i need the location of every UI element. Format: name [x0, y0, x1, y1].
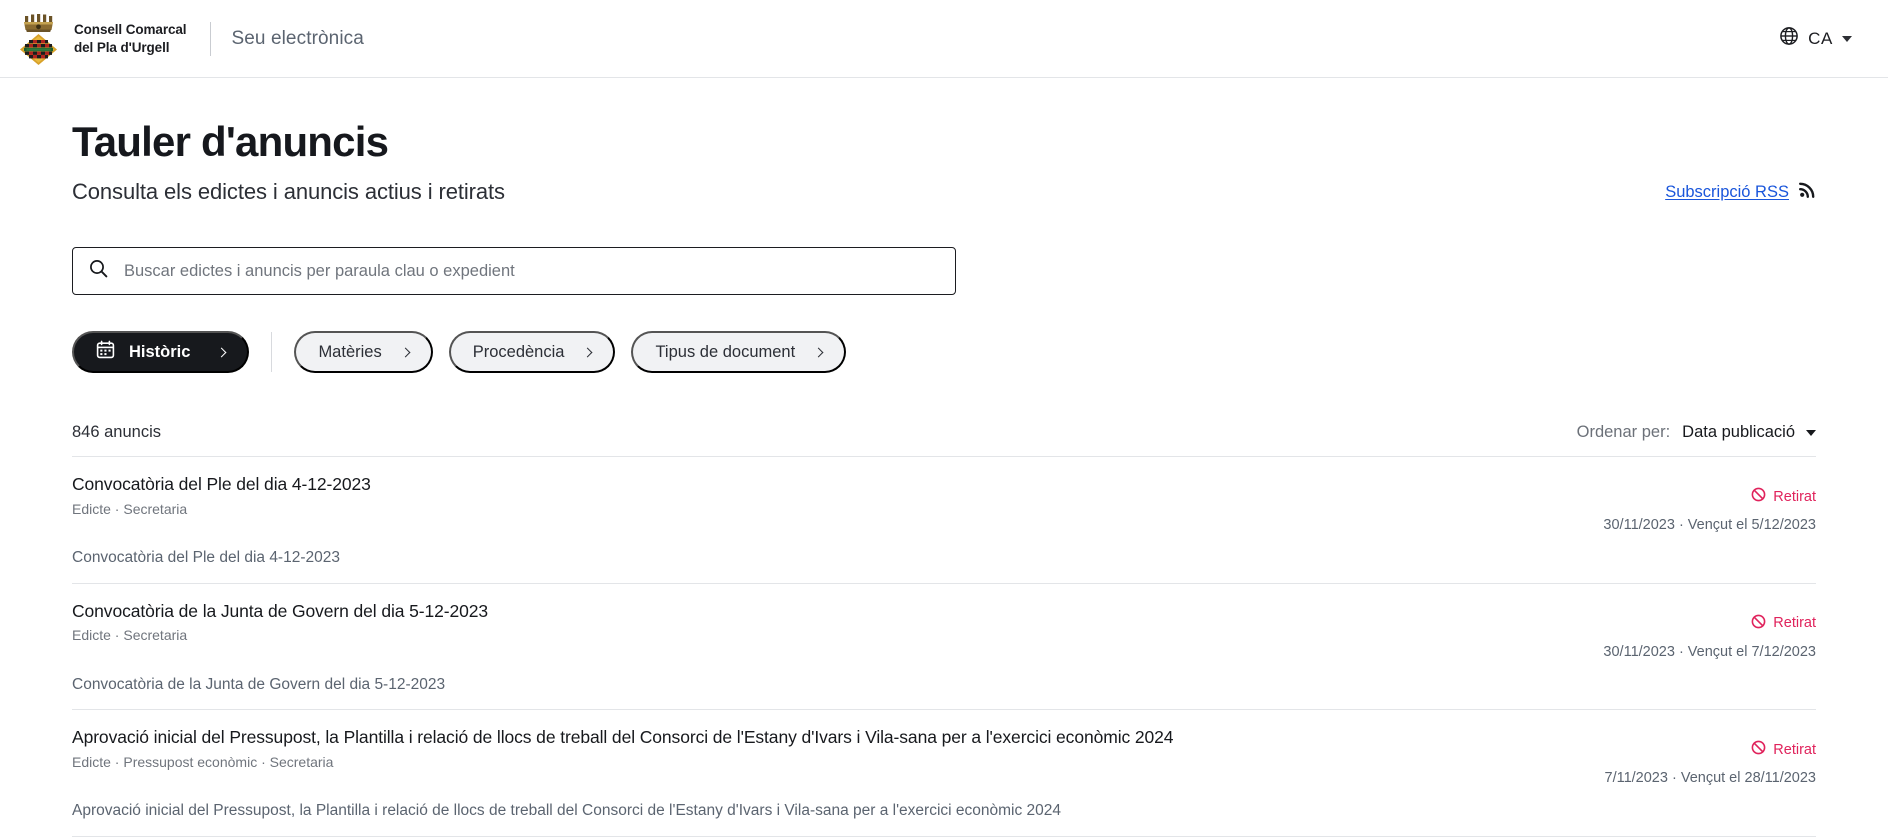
filter-historic-label: Històric	[129, 342, 191, 361]
list-item-description: Convocatòria del Ple del dia 4-12-2023	[72, 549, 340, 567]
list-item-dates: 7/11/2023 · Vençut el 28/11/2023	[1604, 770, 1817, 787]
list-item-title: Aprovació inicial del Pressupost, la Pla…	[72, 727, 1174, 748]
brand-logo[interactable]: Consell Comarcal del Pla d'Urgell	[16, 11, 187, 67]
filter-materies-button[interactable]: Matèries	[294, 331, 433, 374]
chevron-right-icon	[400, 347, 411, 357]
status-badge: Retirat	[1751, 614, 1816, 633]
blocked-icon	[1751, 740, 1766, 759]
language-code: CA	[1808, 28, 1833, 48]
announcements-list: Convocatòria del Ple del dia 4-12-2023 E…	[72, 456, 1816, 837]
chevron-right-icon	[583, 347, 593, 357]
list-item-description: Convocatòria de la Junta de Govern del d…	[72, 675, 446, 693]
list-item-main: Convocatòria de la Junta de Govern del d…	[72, 600, 488, 644]
list-item-header: Aprovació inicial del Pressupost, la Pla…	[72, 726, 1816, 786]
results-meta: 846 anuncis Ordenar per: Data publicació	[72, 423, 1816, 442]
list-item-side: Retirat 7/11/2023 · Vençut el 28/11/2023	[1604, 726, 1817, 787]
list-item[interactable]: Convocatòria del Ple del dia 4-12-2023 E…	[72, 456, 1816, 583]
status-badge-label: Retirat	[1773, 741, 1816, 758]
list-item-header: Convocatòria de la Junta de Govern del d…	[72, 600, 1816, 660]
filter-historic-button[interactable]: Històric	[72, 331, 250, 374]
rss-link-label: Subscripció RSS	[1665, 182, 1789, 201]
blocked-icon	[1751, 614, 1766, 633]
chevron-right-icon	[813, 347, 824, 357]
rss-subscription-link[interactable]: Subscripció RSS	[1665, 181, 1816, 203]
search-icon	[89, 259, 108, 283]
status-badge: Retirat	[1751, 487, 1816, 506]
coat-of-arms-icon	[16, 11, 70, 67]
subtitle-row: Consulta els edictes i anuncis actius i …	[72, 179, 1816, 205]
list-item-side: Retirat 30/11/2023 · Vençut el 7/12/2023	[1603, 600, 1816, 660]
chevron-right-icon	[216, 347, 227, 357]
list-item-tags: Edicte · Secretaria	[72, 500, 188, 517]
site-header: Consell Comarcal del Pla d'Urgell Seu el…	[0, 0, 1888, 78]
filter-procedencia-button[interactable]: Procedència	[448, 331, 616, 374]
filter-tipus-document-label: Tipus de document	[655, 342, 796, 361]
sort-selected-value: Data publicació	[1682, 423, 1795, 442]
search-bar[interactable]	[72, 247, 956, 296]
title-row: Tauler d'anuncis	[72, 78, 1816, 165]
globe-icon	[1779, 26, 1799, 51]
list-item-main: Convocatòria del Ple del dia 4-12-2023 E…	[72, 473, 371, 517]
list-item-tags: Edicte · Pressupost econòmic · Secretari…	[72, 754, 334, 771]
chevron-down-icon	[1806, 429, 1816, 436]
status-badge-label: Retirat	[1773, 488, 1816, 505]
chevron-down-icon	[1842, 35, 1852, 42]
filter-bar: Històric Matèries Procedència Tipus de d…	[72, 331, 1816, 374]
list-item-dates: 30/11/2023 · Vençut el 7/12/2023	[1603, 643, 1816, 660]
brand-name-line1: Consell Comarcal	[74, 22, 187, 38]
header-divider	[210, 21, 212, 56]
status-badge-label: Retirat	[1773, 615, 1816, 632]
sort-control: Ordenar per: Data publicació	[1577, 423, 1816, 442]
list-item-header: Convocatòria del Ple del dia 4-12-2023 E…	[72, 473, 1816, 533]
rss-icon	[1799, 181, 1816, 203]
main-content: Tauler d'anuncis Consulta els edictes i …	[0, 78, 1888, 837]
list-item-side: Retirat 30/11/2023 · Vençut el 5/12/2023	[1603, 473, 1816, 533]
blocked-icon	[1751, 487, 1766, 506]
list-item-tags: Edicte · Secretaria	[72, 627, 188, 644]
language-switcher[interactable]: CA	[1777, 22, 1854, 55]
sort-label: Ordenar per:	[1576, 423, 1671, 442]
list-item[interactable]: Aprovació inicial del Pressupost, la Pla…	[72, 709, 1816, 837]
brand-name-line2: del Pla d'Urgell	[74, 39, 170, 55]
filter-tipus-document-button[interactable]: Tipus de document	[631, 331, 847, 374]
calendar-icon	[96, 340, 115, 364]
sort-dropdown[interactable]: Data publicació	[1682, 423, 1816, 442]
list-item[interactable]: Convocatòria de la Junta de Govern del d…	[72, 582, 1816, 710]
status-badge: Retirat	[1751, 740, 1816, 759]
filter-materies-label: Matèries	[318, 342, 382, 361]
list-item-description: Aprovació inicial del Pressupost, la Pla…	[72, 802, 1062, 820]
list-item-title: Convocatòria de la Junta de Govern del d…	[72, 600, 489, 621]
sede-label: Seu electrònica	[231, 27, 364, 49]
list-item-title: Convocatòria del Ple del dia 4-12-2023	[72, 474, 371, 495]
filter-procedencia-label: Procedència	[472, 342, 565, 361]
results-count: 846 anuncis	[72, 423, 161, 442]
list-item-main: Aprovació inicial del Pressupost, la Pla…	[72, 726, 1174, 771]
filter-divider	[271, 332, 273, 373]
page-subtitle: Consulta els edictes i anuncis actius i …	[72, 179, 505, 205]
search-input[interactable]	[122, 260, 939, 282]
page-title: Tauler d'anuncis	[72, 118, 389, 165]
list-item-dates: 30/11/2023 · Vençut el 5/12/2023	[1603, 517, 1816, 534]
